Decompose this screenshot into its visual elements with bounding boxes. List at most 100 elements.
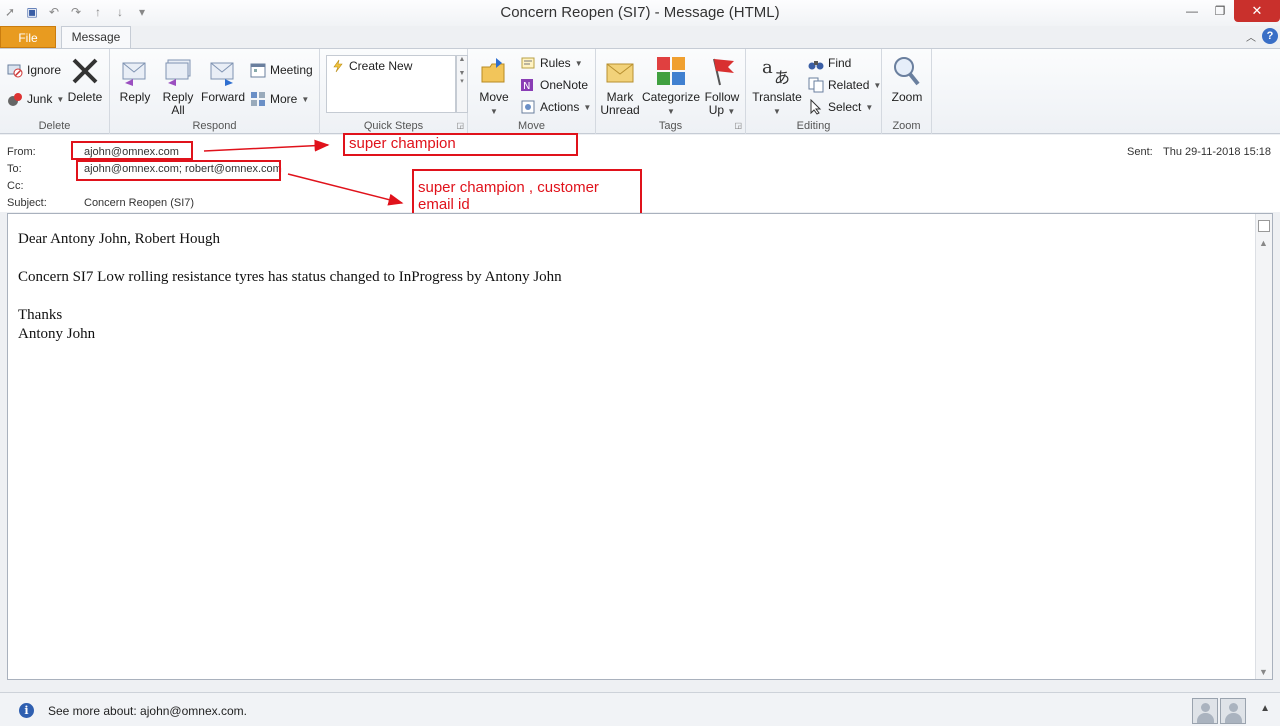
more-button[interactable]: More ▼	[250, 90, 309, 108]
info-icon: i	[19, 703, 34, 718]
reply-all-button[interactable]: Reply All	[160, 55, 196, 117]
window-title: Concern Reopen (SI7) - Message (HTML)	[500, 4, 780, 21]
categorize-button[interactable]: Categorize ▼	[642, 55, 700, 118]
sent-label: Sent:	[1127, 146, 1153, 158]
subject-value: Concern Reopen (SI7)	[84, 197, 195, 209]
minimize-button[interactable]: —	[1178, 0, 1206, 22]
message-body[interactable]: Dear Antony John, Robert Hough Concern S…	[7, 213, 1273, 680]
follow-up-button[interactable]: Follow Up ▼	[700, 55, 744, 118]
move-button[interactable]: Move ▼	[476, 55, 512, 118]
dialog-launcher-icon[interactable]: ◲	[734, 121, 742, 130]
svg-text:N: N	[523, 81, 530, 92]
magnifier-icon	[894, 57, 920, 86]
from-highlight-box	[71, 141, 193, 160]
reply-all-icon	[165, 59, 191, 86]
quick-steps-gallery[interactable]: Create New	[326, 55, 456, 113]
group-label-respond: Respond	[192, 120, 237, 132]
close-button[interactable]: ✕	[1234, 0, 1280, 22]
help-icon[interactable]: ?	[1262, 28, 1278, 44]
signature-line: Antony John	[18, 326, 96, 342]
body-line: Concern SI7 Low rolling resistance tyres…	[18, 269, 562, 285]
tab-message[interactable]: Message	[61, 26, 131, 49]
meeting-icon	[250, 63, 266, 78]
select-cursor-icon	[810, 99, 822, 115]
window-controls: — ❐ ✕	[1178, 0, 1280, 22]
see-more-about[interactable]: See more about: ajohn@omnex.com.	[48, 704, 247, 718]
categorize-icon	[657, 57, 685, 85]
group-tags: Mark Unread Categorize ▼ Follow Up ▼ Tag…	[596, 49, 746, 134]
envelope-icon	[606, 63, 634, 83]
more-icon	[251, 92, 265, 106]
translate-button[interactable]: aあ Translate ▼	[752, 55, 802, 118]
svg-text:a: a	[762, 57, 773, 78]
from-label: From:	[7, 146, 36, 158]
group-label-move: Move	[518, 120, 545, 132]
move-icon	[481, 58, 505, 83]
from-annotation-text: super champion	[349, 135, 456, 152]
find-button[interactable]: Find	[808, 54, 851, 72]
to-label: To:	[7, 163, 22, 175]
junk-button[interactable]: Junk ▼	[7, 90, 64, 108]
chevron-down-icon: ▼	[773, 107, 781, 116]
chevron-down-icon: ▼	[873, 80, 882, 90]
actions-icon	[521, 100, 535, 114]
title-bar: ➚ ▣ ↶ ↷ ↑ ↓ ▾ Concern Reopen (SI7) - Mes…	[0, 0, 1280, 26]
ribbon-tabs: File Message ︿ ?	[0, 26, 1280, 49]
group-label-editing: Editing	[796, 120, 831, 132]
minimize-ribbon-icon[interactable]: ︿	[1246, 29, 1256, 44]
meeting-button[interactable]: Meeting	[250, 61, 313, 79]
to-annotation-text: super champion , customer email id	[418, 179, 599, 213]
avatar[interactable]	[1192, 698, 1218, 724]
chevron-down-icon: ▼	[301, 94, 310, 104]
chevron-down-icon: ▼	[583, 102, 592, 112]
translate-icon: aあ	[762, 57, 790, 87]
group-label-quick-steps: Quick Steps	[363, 120, 424, 132]
vertical-scrollbar[interactable]: ▲ ▼	[1255, 214, 1272, 679]
cc-label: Cc:	[7, 180, 24, 192]
rules-button[interactable]: Rules ▼	[520, 54, 583, 72]
chevron-down-icon: ▼	[667, 107, 675, 116]
subject-label: Subject:	[7, 197, 47, 209]
onenote-button[interactable]: N OneNote	[520, 76, 588, 94]
greeting: Dear Antony John, Robert Hough	[18, 231, 221, 247]
related-button[interactable]: Related ▼	[808, 76, 881, 94]
scroll-up-icon[interactable]: ▲	[1259, 238, 1268, 248]
to-highlight-box	[76, 160, 281, 181]
delete-icon	[72, 58, 98, 84]
lightning-icon	[333, 59, 343, 73]
binoculars-icon	[808, 61, 824, 70]
ignore-button[interactable]: Ignore	[7, 61, 61, 79]
avatar[interactable]	[1220, 698, 1246, 724]
mark-unread-button[interactable]: Mark Unread	[598, 55, 642, 117]
expand-pane-icon[interactable]: ▲	[1260, 703, 1270, 714]
onenote-icon: N	[521, 79, 533, 92]
actions-button[interactable]: Actions ▼	[520, 98, 591, 116]
select-button[interactable]: Select ▼	[808, 98, 873, 116]
forward-button[interactable]: Forward	[200, 55, 246, 104]
restore-button[interactable]: ❐	[1206, 0, 1234, 22]
chevron-down-icon: ▼	[865, 102, 874, 112]
sent-value: Thu 29-11-2018 15:18	[1163, 146, 1272, 158]
chevron-down-icon: ▼	[56, 94, 65, 104]
create-new-quick-step[interactable]: Create New	[331, 59, 412, 73]
delete-button[interactable]: Delete	[66, 55, 104, 104]
rules-icon	[521, 57, 535, 69]
reply-button[interactable]: Reply	[118, 55, 152, 104]
zoom-button[interactable]: Zoom	[888, 55, 926, 104]
dialog-launcher-icon[interactable]: ◲	[456, 121, 464, 130]
message-text: Dear Antony John, Robert Hough Concern S…	[18, 230, 562, 344]
forward-icon	[210, 62, 234, 86]
chevron-down-icon: ▼	[490, 107, 498, 116]
group-delete: Ignore Junk ▼ Delete Delete	[0, 49, 110, 134]
group-label-tags: Tags	[658, 120, 683, 132]
group-quick-steps: Create New ▲ ▼ ▾ Quick Steps ◲	[320, 49, 468, 134]
tab-file[interactable]: File	[0, 26, 56, 48]
ignore-icon	[7, 64, 23, 78]
reply-icon	[122, 62, 146, 86]
group-respond: Reply Reply All Forward Meeting More ▼ R…	[110, 49, 320, 134]
scroll-down-icon[interactable]: ▼	[1259, 667, 1268, 677]
chevron-down-icon: ▼	[727, 107, 736, 116]
quick-steps-scroll[interactable]: ▲ ▼ ▾	[456, 55, 468, 113]
junk-icon	[8, 93, 22, 106]
split-icon[interactable]	[1258, 220, 1270, 232]
